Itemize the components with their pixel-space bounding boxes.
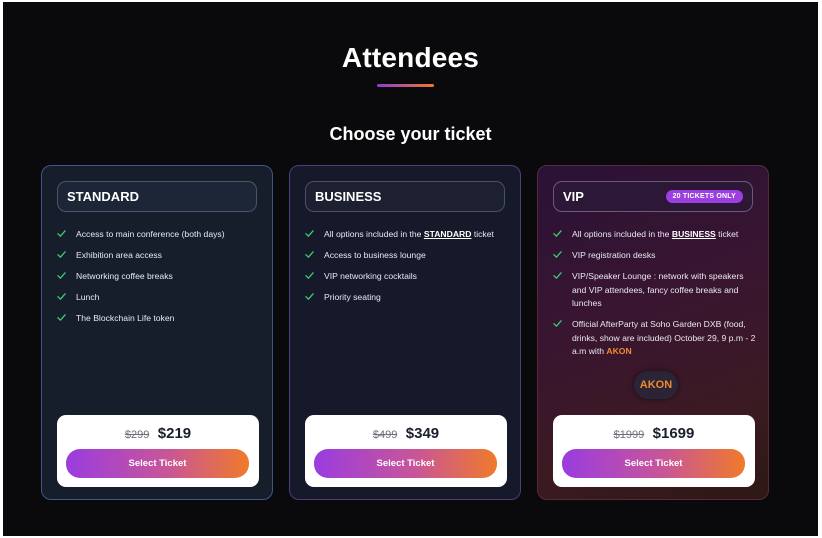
feature-item: Official AfterParty at Soho Garden DXB (…: [553, 318, 758, 359]
current-price: $1699: [652, 425, 695, 442]
artist-chip: AKON: [634, 371, 678, 399]
check-icon: [305, 292, 314, 301]
feature-item: All options included in the BUSINESS tic…: [553, 228, 758, 242]
feature-item: Access to business lounge: [305, 249, 510, 263]
page-subtitle: Choose your ticket: [329, 124, 492, 144]
current-price: $349: [405, 425, 440, 442]
feature-text: All options included in the BUSINESS tic…: [572, 229, 739, 239]
check-icon: [57, 229, 66, 238]
standard-ticket-link[interactable]: STANDARD: [424, 229, 472, 239]
ticket-name: BUSINESS: [315, 189, 382, 204]
check-icon: [305, 229, 314, 238]
check-icon: [57, 250, 66, 259]
price-row: $299 $219: [57, 425, 259, 443]
check-icon: [57, 292, 66, 301]
check-icon: [553, 271, 562, 280]
ticket-card-business: BUSINESS All options included in the STA…: [289, 165, 521, 500]
feature-list: All options included in the STANDARD tic…: [305, 228, 510, 312]
title-underline: [377, 84, 434, 87]
limited-tickets-badge: 20 TICKETS ONLY: [665, 190, 743, 203]
feature-text: Access to business lounge: [324, 250, 426, 260]
feature-text: Networking coffee breaks: [76, 271, 173, 281]
ticket-name: STANDARD: [67, 189, 139, 204]
ticket-header: STANDARD: [57, 181, 257, 212]
check-icon: [553, 250, 562, 259]
old-price: $499: [372, 429, 398, 441]
feature-text: Access to main conference (both days): [76, 229, 225, 239]
feature-item: VIP registration desks: [553, 249, 758, 263]
price-box: $299 $219 Select Ticket: [57, 415, 259, 487]
old-price: $1999: [613, 429, 645, 441]
feature-item: Lunch: [57, 291, 262, 305]
check-icon: [57, 271, 66, 280]
price-row: $499 $349: [305, 425, 507, 443]
current-price: $219: [157, 425, 192, 442]
price-box: $1999 $1699 Select Ticket: [553, 415, 755, 487]
ticket-card-vip: VIP 20 TICKETS ONLY All options included…: [537, 165, 769, 500]
ticket-header: VIP 20 TICKETS ONLY: [553, 181, 753, 212]
ticket-header: BUSINESS: [305, 181, 505, 212]
feature-text: VIP registration desks: [572, 250, 656, 260]
price-box: $499 $349 Select Ticket: [305, 415, 507, 487]
feature-item: VIP networking cocktails: [305, 270, 510, 284]
feature-item: Networking coffee breaks: [57, 270, 262, 284]
check-icon: [57, 313, 66, 322]
feature-text: Lunch: [76, 292, 100, 302]
ticket-name: VIP: [563, 189, 584, 204]
feature-text: VIP/Speaker Lounge : network with speake…: [572, 271, 744, 308]
ticket-card-standard: STANDARD Access to main conference (both…: [41, 165, 273, 500]
select-ticket-button-vip[interactable]: Select Ticket: [562, 449, 745, 478]
feature-text: The Blockchain Life token: [76, 313, 175, 323]
artist-name: AKON: [606, 346, 632, 356]
feature-item: The Blockchain Life token: [57, 312, 262, 326]
page-frame: Attendees Choose your ticket STANDARD Ac…: [3, 2, 818, 536]
check-icon: [305, 271, 314, 280]
feature-list: Access to main conference (both days) Ex…: [57, 228, 262, 333]
feature-list: All options included in the BUSINESS tic…: [553, 228, 758, 366]
feature-text: Exhibition area access: [76, 250, 162, 260]
feature-item: Access to main conference (both days): [57, 228, 262, 242]
old-price: $299: [124, 429, 150, 441]
price-row: $1999 $1699: [553, 425, 755, 443]
feature-item: Priority seating: [305, 291, 510, 305]
check-icon: [305, 250, 314, 259]
feature-item: VIP/Speaker Lounge : network with speake…: [553, 270, 758, 311]
feature-text: Official AfterParty at Soho Garden DXB (…: [572, 319, 756, 356]
select-ticket-button-business[interactable]: Select Ticket: [314, 449, 497, 478]
feature-item: All options included in the STANDARD tic…: [305, 228, 510, 242]
feature-text: All options included in the STANDARD tic…: [324, 229, 494, 239]
check-icon: [553, 319, 562, 328]
feature-text: Priority seating: [324, 292, 381, 302]
check-icon: [553, 229, 562, 238]
select-ticket-button-standard[interactable]: Select Ticket: [66, 449, 249, 478]
page-title: Attendees: [341, 42, 480, 73]
feature-item: Exhibition area access: [57, 249, 262, 263]
business-ticket-link[interactable]: BUSINESS: [672, 229, 716, 239]
feature-text: VIP networking cocktails: [324, 271, 417, 281]
